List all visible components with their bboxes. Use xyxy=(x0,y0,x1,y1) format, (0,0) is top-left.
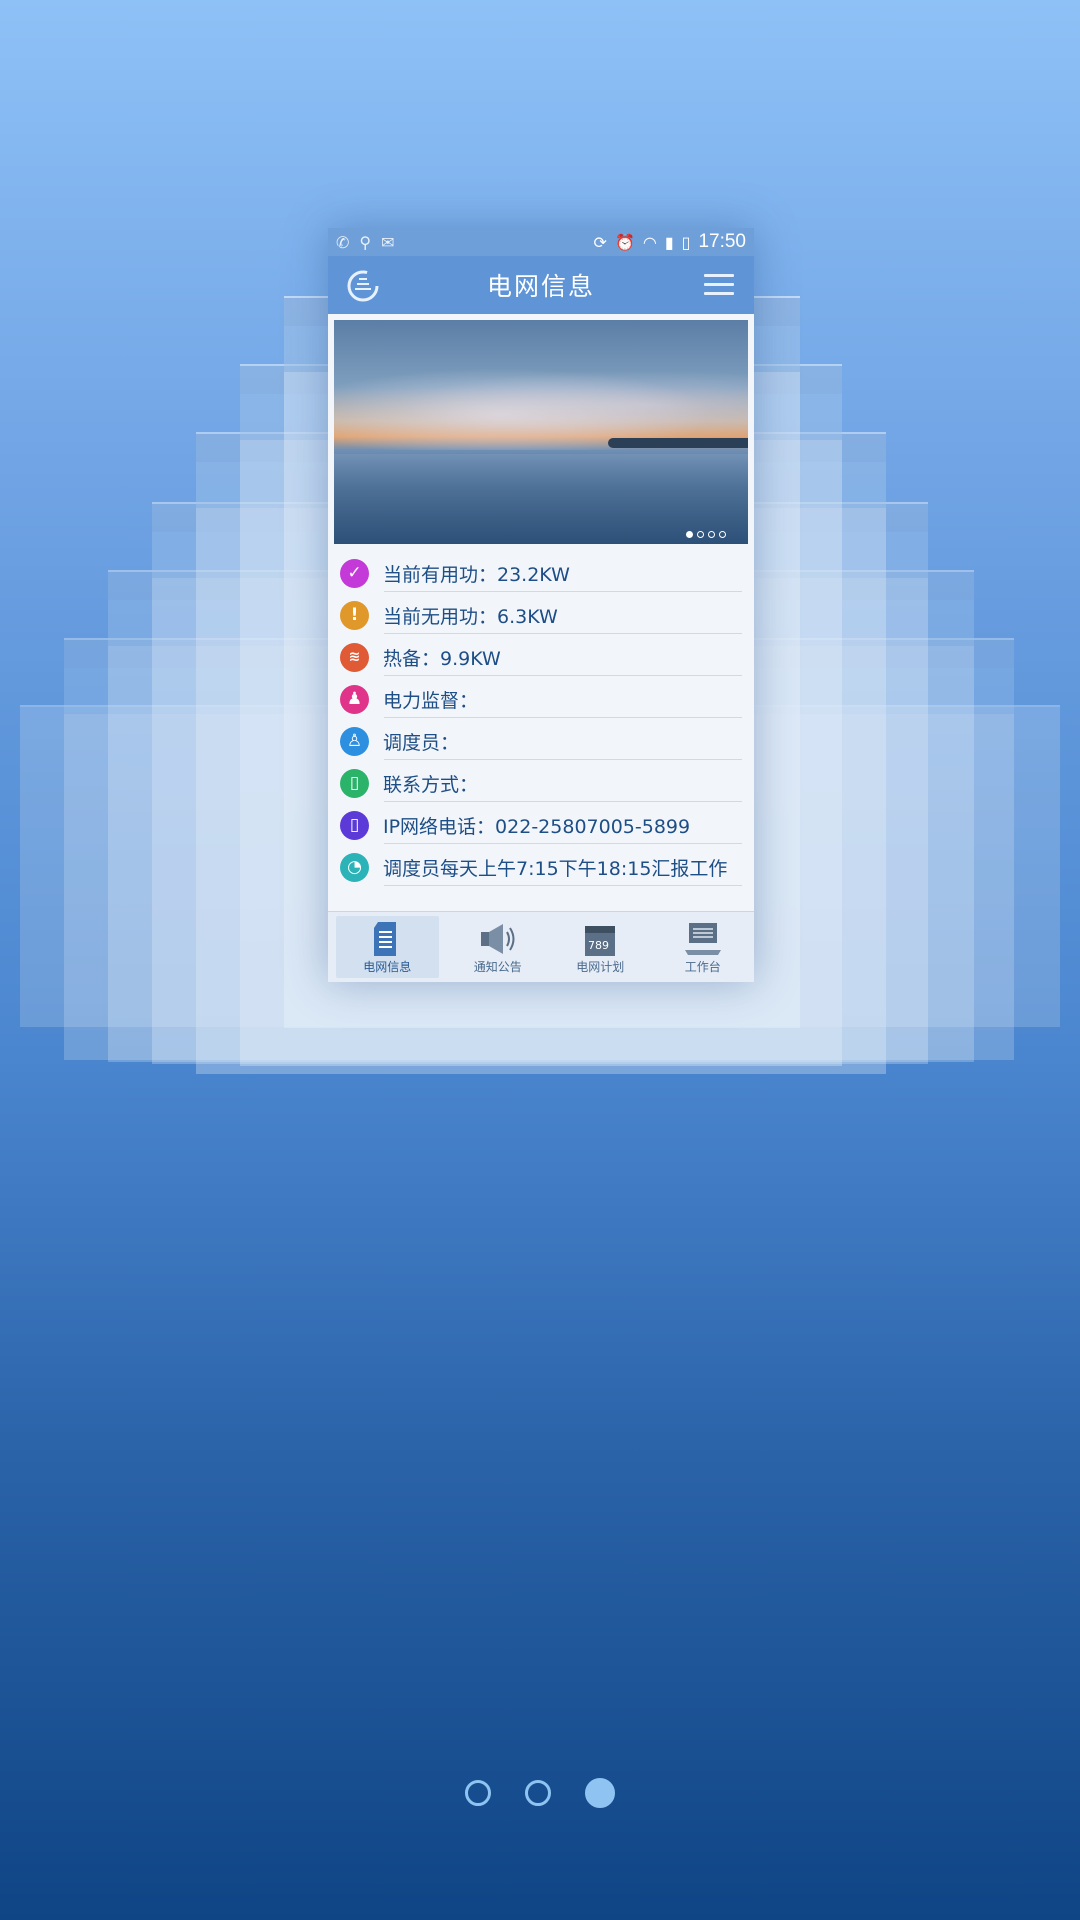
carousel-dot xyxy=(719,531,726,538)
speaker-icon xyxy=(480,923,515,954)
alarm-icon: ⏰ xyxy=(614,232,635,252)
list-item: ▯ IP网络电话：022-25807005-5899 xyxy=(340,804,742,846)
app-preview-card: ✆ ⚲ ✉ ⟳ ⏰ ◠ ▮ ▯ 17:50 电网信息 ✓ 当前有用功：23.2K… xyxy=(328,228,754,982)
sync-icon: ⟳ xyxy=(593,232,607,252)
tab-label: 通知公告 xyxy=(473,959,522,974)
info-list: ✓ 当前有用功：23.2KW ! 当前无用功：6.3KW ≋ 热备：9.9KW … xyxy=(328,544,754,888)
tab-grid-info[interactable]: 电网信息 xyxy=(336,916,439,978)
app-bar: 电网信息 xyxy=(328,256,754,314)
exclamation-icon: ! xyxy=(340,600,369,630)
wifi-icon: ◠ xyxy=(642,232,657,252)
document-icon xyxy=(374,921,397,956)
tab-notices[interactable]: 通知公告 xyxy=(447,912,550,982)
info-text: 当前无用功：6.3KW xyxy=(383,605,558,628)
page-indicator xyxy=(0,1778,1080,1808)
list-item: ! 当前无用功：6.3KW xyxy=(340,594,742,636)
carousel-dot xyxy=(686,531,693,538)
carousel-dot xyxy=(697,531,704,538)
supervisor-icon: ♟ xyxy=(340,684,369,714)
signal-icon: ▮ xyxy=(664,232,674,252)
check-icon: ✓ xyxy=(340,558,369,588)
carousel-indicator xyxy=(686,531,726,538)
status-bar: ✆ ⚲ ✉ ⟳ ⏰ ◠ ▮ ▯ 17:50 xyxy=(328,228,754,256)
dispatcher-icon: ♙ xyxy=(340,726,369,756)
phone-icon: ▯ xyxy=(340,768,369,798)
list-item: ♟ 电力监督： xyxy=(340,678,742,720)
tab-label: 电网信息 xyxy=(363,959,412,974)
list-item: ♙ 调度员： xyxy=(340,720,742,762)
page-dot[interactable] xyxy=(465,1780,491,1806)
menu-icon[interactable] xyxy=(704,274,734,296)
heat-icon: ≋ xyxy=(340,642,369,672)
workstation-icon xyxy=(684,922,721,955)
info-text: 当前有用功：23.2KW xyxy=(383,563,570,586)
usb-icon: ⚲ xyxy=(359,232,372,252)
list-item: ✓ 当前有用功：23.2KW xyxy=(340,552,742,594)
list-item: ◔ 调度员每天上午7:15下午18:15汇报工作 xyxy=(340,846,742,888)
info-text: 调度员： xyxy=(383,731,460,754)
battery-icon: ▯ xyxy=(681,232,691,252)
info-text: 调度员每天上午7:15下午18:15汇报工作 xyxy=(383,857,728,880)
mobile-icon: ▯ xyxy=(340,810,369,840)
tab-label: 电网计划 xyxy=(576,959,625,974)
mail-icon: ✉ xyxy=(381,232,395,252)
info-text: 电力监督： xyxy=(383,689,479,712)
tab-workbench[interactable]: 工作台 xyxy=(652,912,755,982)
status-time: 17:50 xyxy=(698,231,746,252)
calendar-icon: 789 xyxy=(585,925,616,956)
notification-icon: ✆ xyxy=(336,232,350,252)
page-title: 电网信息 xyxy=(486,272,595,301)
carousel-dot xyxy=(708,531,715,538)
list-item: ≋ 热备：9.9KW xyxy=(340,636,742,678)
tab-label: 工作台 xyxy=(684,959,721,974)
svg-text:789: 789 xyxy=(588,939,609,952)
tab-grid-plan[interactable]: 789 电网计划 xyxy=(549,912,652,982)
info-text: 热备：9.9KW xyxy=(383,647,501,670)
info-text: 联系方式： xyxy=(383,773,479,796)
page-dot[interactable] xyxy=(525,1780,551,1806)
logo-icon xyxy=(347,270,379,302)
banner-carousel[interactable] xyxy=(334,320,748,544)
info-text: IP网络电话：022-25807005-5899 xyxy=(383,815,691,838)
clock-icon: ◔ xyxy=(340,852,369,882)
page-dot-active[interactable] xyxy=(585,1778,615,1808)
bottom-tab-bar: 电网信息 通知公告 789 电网计划 工作台 xyxy=(328,911,754,982)
list-item: ▯ 联系方式： xyxy=(340,762,742,804)
